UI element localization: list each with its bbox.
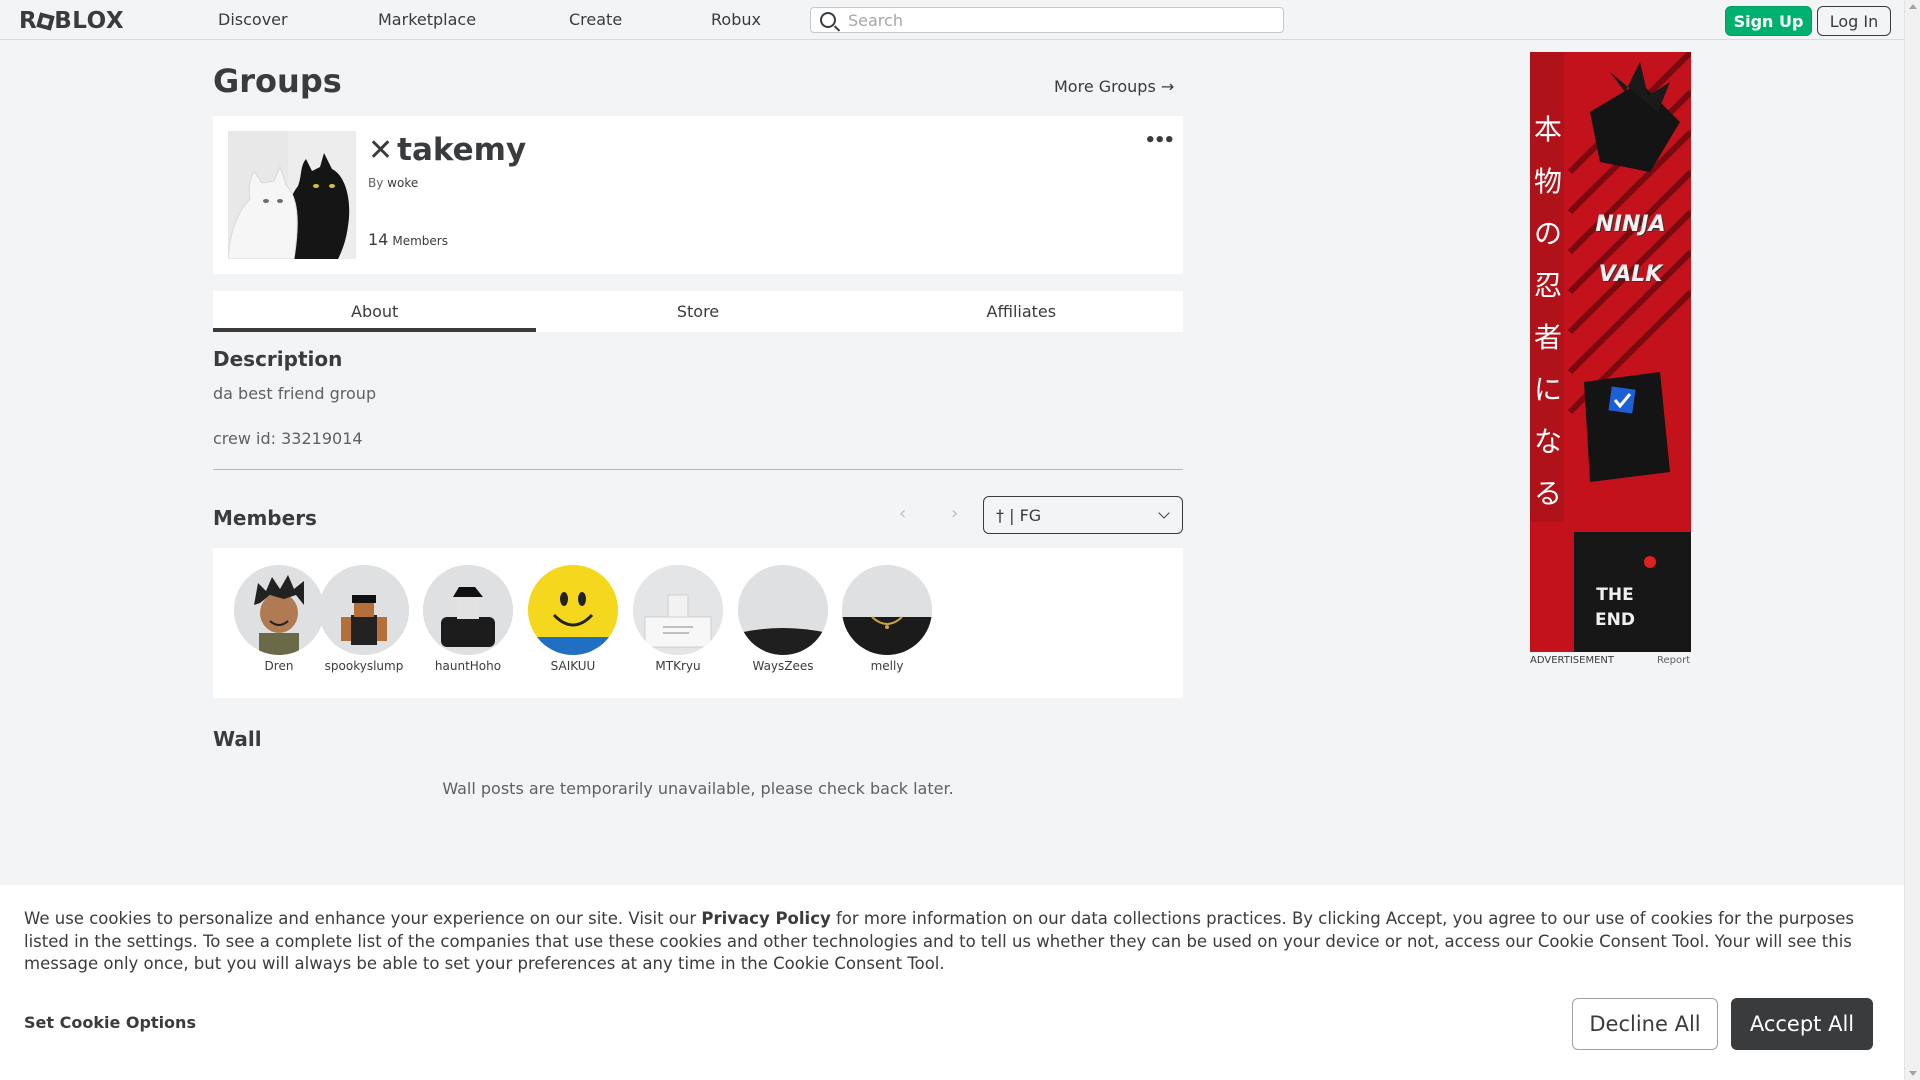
chevron-down-icon <box>1158 507 1170 519</box>
member-name[interactable]: hauntHoho <box>418 659 518 673</box>
accept-all-button[interactable]: Accept All <box>1731 998 1873 1050</box>
more-options-ellipsis-icon[interactable]: ••• <box>1144 130 1174 151</box>
group-owner-link[interactable]: woke <box>387 176 418 190</box>
decline-all-button[interactable]: Decline All <box>1572 998 1718 1050</box>
group-tabs: About Store Affiliates <box>213 291 1183 332</box>
log-in-button[interactable]: Log In <box>1817 6 1891 36</box>
sign-up-button[interactable]: Sign Up <box>1725 6 1812 36</box>
scroll-up-arrow-icon[interactable] <box>1909 4 1917 9</box>
member-card[interactable]: spookyslump <box>314 565 414 673</box>
group-name: ✕ takemy <box>368 132 527 168</box>
member-card[interactable]: hauntHoho <box>418 565 518 673</box>
nav-link-robux[interactable]: Robux <box>711 10 761 29</box>
member-card[interactable]: MTKryu <box>628 565 728 673</box>
chevron-right-icon[interactable]: › <box>951 503 958 524</box>
cookie-consent-text: We use cookies to personalize and enhanc… <box>24 909 1855 973</box>
member-avatar[interactable] <box>842 565 932 655</box>
member-card[interactable]: melly <box>837 565 937 673</box>
chevron-left-icon[interactable]: ‹ <box>899 503 906 524</box>
group-emblem-image <box>228 131 356 259</box>
page-scrollbar[interactable] <box>1904 0 1920 1080</box>
member-card[interactable]: SAIKUU <box>523 565 623 673</box>
member-name[interactable]: MTKryu <box>628 659 728 673</box>
member-avatar[interactable] <box>528 565 618 655</box>
wall-unavailable-notice: Wall posts are temporarily unavailable, … <box>442 779 954 798</box>
scroll-down-arrow-icon[interactable] <box>1909 1071 1917 1076</box>
members-heading: Members <box>213 506 317 530</box>
member-avatar[interactable] <box>738 565 828 655</box>
member-card[interactable]: WaysZees <box>733 565 833 673</box>
search-icon <box>820 12 836 28</box>
more-groups-link[interactable]: More Groups → <box>1054 77 1174 96</box>
description-heading: Description <box>213 347 343 371</box>
role-filter-dropdown[interactable]: † | FG <box>983 496 1183 534</box>
advertisement-banner[interactable]: 本物の忍者になる NINJA VALK THE END <box>1530 52 1691 652</box>
privacy-policy-link[interactable]: Privacy Policy <box>701 909 830 928</box>
member-name[interactable]: spookyslump <box>314 659 414 673</box>
section-divider <box>213 469 1183 470</box>
x-icon: ✕ <box>368 133 394 168</box>
nav-link-discover[interactable]: Discover <box>218 10 288 29</box>
description-text-line: da best friend group <box>213 384 377 403</box>
members-list: Dren spookyslump hauntHoho SAIKUU MTKryu… <box>213 548 1183 698</box>
group-member-count: 14 Members <box>368 230 448 249</box>
member-name[interactable]: melly <box>837 659 937 673</box>
ad-end-text: END <box>1595 610 1635 630</box>
ad-brand-text: NINJA <box>1595 212 1666 237</box>
ad-end-text: THE <box>1596 585 1634 605</box>
member-name[interactable]: SAIKUU <box>523 659 623 673</box>
roblox-logo[interactable]: R BLOX <box>19 8 124 34</box>
tab-about[interactable]: About <box>213 291 537 332</box>
page-title: Groups <box>213 62 342 100</box>
wall-heading: Wall <box>213 727 262 751</box>
search-input[interactable] <box>848 10 1248 30</box>
member-name[interactable]: WaysZees <box>733 659 833 673</box>
ad-brand-text: VALK <box>1598 262 1663 287</box>
ad-report-link[interactable]: Report <box>1657 655 1690 666</box>
description-text-line: crew id: 33219014 <box>213 429 363 448</box>
role-filter-value: † | FG <box>996 505 1042 525</box>
member-avatar[interactable] <box>423 565 513 655</box>
nav-link-create[interactable]: Create <box>569 10 622 29</box>
member-avatar[interactable] <box>633 565 723 655</box>
nav-link-marketplace[interactable]: Marketplace <box>378 10 476 29</box>
tab-affiliates[interactable]: Affiliates <box>860 291 1183 332</box>
set-cookie-options-link[interactable]: Set Cookie Options <box>24 1013 196 1032</box>
member-avatar[interactable] <box>234 565 324 655</box>
member-avatar[interactable] <box>319 565 409 655</box>
ad-vertical-japanese-text: 本物の忍者になる <box>1534 113 1563 510</box>
tab-store[interactable]: Store <box>536 291 859 332</box>
search-box[interactable] <box>810 7 1284 33</box>
top-navigation-bar: R BLOX Discover Marketplace Create Robux … <box>0 0 1904 40</box>
group-owner-line: By woke <box>368 176 419 190</box>
group-header-card: ✕ takemy By woke 14 Members ••• <box>213 116 1183 274</box>
cookie-consent-banner: We use cookies to personalize and enhanc… <box>0 885 1904 1080</box>
advertisement-label: ADVERTISEMENT <box>1530 655 1615 666</box>
